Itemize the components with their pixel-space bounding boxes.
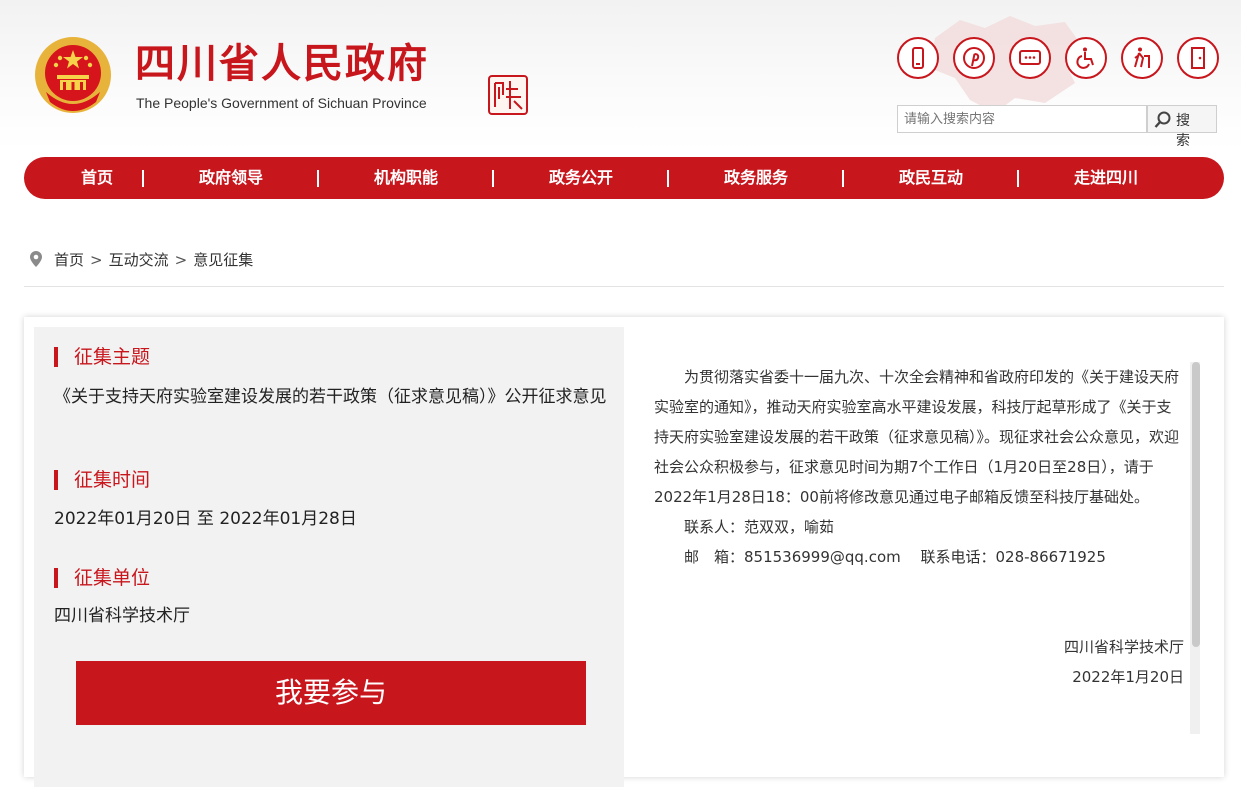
site-title[interactable]: 四川省人民政府 xyxy=(135,40,429,88)
collection-info: 征集主题 《关于支持天府实验室建设发展的若干政策（征求意见稿）》公开征求意见 征… xyxy=(34,327,624,787)
nav-item-functions[interactable]: 机构职能 xyxy=(346,157,466,199)
breadcrumb-interaction[interactable]: 互动交流 xyxy=(109,251,169,269)
mobile-icon[interactable] xyxy=(897,37,939,79)
nav-item-open-affairs[interactable]: 政务公开 xyxy=(521,157,641,199)
elderly-mode-icon[interactable] xyxy=(1121,37,1163,79)
nav-item-home[interactable]: 首页 xyxy=(37,157,157,199)
nav-separator xyxy=(842,170,844,187)
seal-logo xyxy=(488,75,528,115)
join-button[interactable]: 我要参与 xyxy=(76,661,586,725)
search-icon xyxy=(1154,111,1171,128)
tool-icons-bar xyxy=(897,37,1219,79)
nav-item-about-sichuan[interactable]: 走进四川 xyxy=(1046,157,1166,199)
search-button[interactable]: 搜 索 xyxy=(1147,105,1217,149)
breadcrumb-separator: > xyxy=(174,251,188,269)
message-icon[interactable] xyxy=(1009,37,1051,79)
nav-separator xyxy=(317,170,319,187)
time-text: 2022年01月20日 至 2022年01月28日 xyxy=(54,509,357,529)
breadcrumb-current: 意见征集 xyxy=(193,251,254,269)
breadcrumb-home[interactable]: 首页 xyxy=(54,251,84,269)
site-header: 四川省人民政府 The People's Government of Sichu… xyxy=(0,0,1241,152)
search-button-label: 搜 索 xyxy=(1176,113,1194,149)
national-emblem-icon[interactable] xyxy=(32,34,114,116)
nav-item-interaction[interactable]: 政民互动 xyxy=(871,157,991,199)
topic-text: 《关于支持天府实验室建设发展的若干政策（征求意见稿）》公开征求意见 xyxy=(54,387,607,407)
contact-person: 联系人：范双双，喻茹 xyxy=(684,518,835,536)
exit-door-icon[interactable] xyxy=(1177,37,1219,79)
accessibility-icon[interactable] xyxy=(1065,37,1107,79)
breadcrumb-separator: > xyxy=(90,251,103,269)
nav-separator xyxy=(1017,170,1019,187)
main-nav: 首页 政府领导 机构职能 政务公开 政务服务 政民互动 走进四川 xyxy=(24,157,1224,199)
contact-email-phone: 邮 箱：851536999@qq.com 联系电话：028-86671925 xyxy=(684,548,1106,566)
location-pin-icon xyxy=(30,251,42,267)
notice-signature: 四川省科学技术厅 xyxy=(1063,638,1184,656)
nav-item-services[interactable]: 政务服务 xyxy=(696,157,816,199)
notice-date: 2022年1月20日 xyxy=(1072,668,1184,686)
nav-separator xyxy=(142,170,144,187)
site-subtitle: The People's Government of Sichuan Provi… xyxy=(136,95,427,111)
scrollbar-thumb[interactable] xyxy=(1192,362,1200,647)
divider xyxy=(24,286,1224,287)
search-input[interactable] xyxy=(897,105,1147,133)
nav-separator xyxy=(667,170,669,187)
notice-paragraph: 为贯彻落实省委十一届九次、十次全会精神和省政府印发的《关于建设天府实验室的通知》… xyxy=(654,368,1180,506)
unit-text: 四川省科学技术厅 xyxy=(54,606,190,626)
nav-item-leaders[interactable]: 政府领导 xyxy=(171,157,291,199)
pinterest-icon[interactable] xyxy=(953,37,995,79)
notice-content: 为贯彻落实省委十一届九次、十次全会精神和省政府印发的《关于建设天府实验室的通知》… xyxy=(654,362,1184,692)
collection-panel: 征集主题 《关于支持天府实验室建设发展的若干政策（征求意见稿）》公开征求意见 征… xyxy=(24,317,1224,787)
nav-separator xyxy=(492,170,494,187)
